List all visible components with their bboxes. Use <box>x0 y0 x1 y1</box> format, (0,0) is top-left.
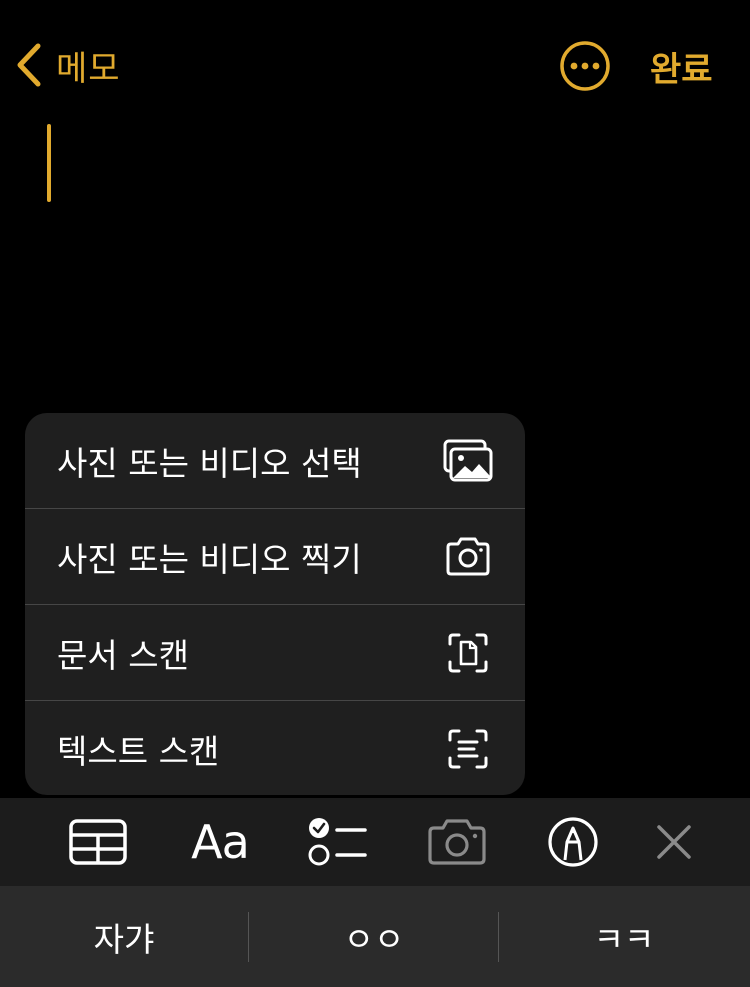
suggestion-3[interactable]: ㅋㅋ <box>500 886 748 987</box>
camera-icon <box>443 532 493 582</box>
doc-scan-icon <box>443 628 493 678</box>
text-cursor <box>47 124 51 202</box>
table-icon <box>69 819 127 865</box>
chevron-left-icon <box>17 43 41 87</box>
navigation-bar: 메모 완료 <box>0 0 750 120</box>
markup-icon <box>548 817 598 867</box>
menu-item-choose-photo-video[interactable]: 사진 또는 비디오 선택 <box>25 413 525 508</box>
menu-item-label: 텍스트 스캔 <box>57 731 220 771</box>
ellipsis-circle-icon <box>560 41 610 91</box>
more-button[interactable] <box>559 40 611 92</box>
suggestion-1[interactable]: 자갸 <box>0 886 248 987</box>
photo-library-icon <box>443 436 493 486</box>
menu-item-scan-document[interactable]: 문서 스캔 <box>25 605 525 700</box>
checklist-button[interactable] <box>306 812 368 872</box>
done-button[interactable]: 완료 <box>650 42 713 91</box>
notes-toolbar: Aa <box>0 798 750 886</box>
menu-item-take-photo-video[interactable]: 사진 또는 비디오 찍기 <box>25 509 525 604</box>
camera-button[interactable] <box>426 812 488 872</box>
text-scan-icon <box>443 724 493 774</box>
menu-item-label: 사진 또는 비디오 찍기 <box>57 539 362 579</box>
suggestion-divider <box>498 912 499 962</box>
attachment-menu: 사진 또는 비디오 선택 사진 또는 비디오 찍기 문서 스캔 텍스트 스캔 <box>25 413 525 795</box>
back-button[interactable]: 메모 <box>14 38 121 92</box>
close-toolbar-button[interactable] <box>652 812 696 872</box>
suggestion-divider <box>248 912 249 962</box>
markup-button[interactable] <box>546 812 600 872</box>
menu-item-label: 문서 스캔 <box>57 635 189 675</box>
checklist-icon <box>308 818 367 866</box>
back-label: 메모 <box>56 48 121 89</box>
close-icon <box>657 825 691 859</box>
suggestion-2[interactable]: ㅇㅇ <box>250 886 498 987</box>
table-button[interactable] <box>66 812 130 872</box>
menu-item-label: 사진 또는 비디오 선택 <box>57 443 362 483</box>
format-button[interactable]: Aa <box>186 812 254 872</box>
keyboard-suggestion-bar: 자갸 ㅇㅇ ㅋㅋ <box>0 886 750 987</box>
camera-icon <box>428 819 486 865</box>
menu-item-scan-text[interactable]: 텍스트 스캔 <box>25 701 525 795</box>
